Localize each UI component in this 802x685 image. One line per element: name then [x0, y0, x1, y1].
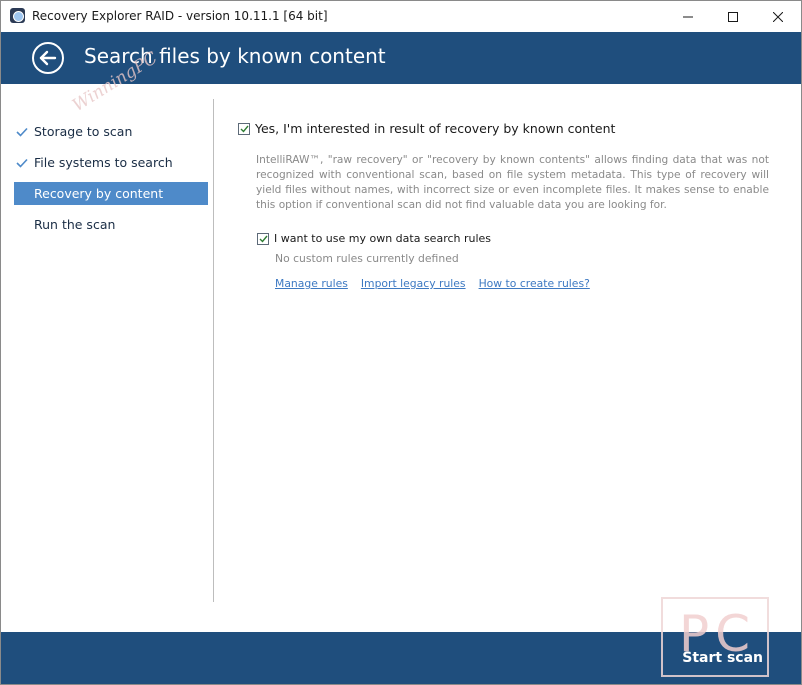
checkmark-icon — [240, 125, 249, 133]
sidebar-item-label: Run the scan — [34, 217, 116, 232]
intelliraw-description: IntelliRAW™, "raw recovery" or "recovery… — [256, 154, 769, 211]
recovery-by-content-option[interactable]: Yes, I'm interested in result of recover… — [238, 121, 615, 136]
sidebar-item-file-systems[interactable]: File systems to search — [14, 151, 208, 174]
window-title: Recovery Explorer RAID - version 10.11.1… — [32, 9, 328, 23]
manage-rules-link[interactable]: Manage rules — [275, 277, 348, 290]
maximize-button[interactable] — [710, 1, 756, 32]
sidebar-item-storage-to-scan[interactable]: Storage to scan — [14, 120, 208, 143]
arrow-left-icon — [39, 50, 57, 66]
sidebar-divider — [213, 99, 214, 602]
back-button[interactable] — [32, 42, 64, 74]
pc-watermark-stamp: PC — [661, 597, 769, 677]
rules-links: Manage rules Import legacy rules How to … — [275, 277, 590, 290]
sidebar-item-label: File systems to search — [34, 155, 173, 170]
app-window: Recovery Explorer RAID - version 10.11.1… — [0, 0, 802, 685]
how-to-create-rules-link[interactable]: How to create rules? — [479, 277, 590, 290]
recovery-by-content-checkbox[interactable] — [238, 122, 250, 135]
recovery-explorer-app-icon — [10, 8, 25, 23]
sidebar-item-label: Storage to scan — [34, 124, 133, 139]
maximize-icon — [728, 11, 738, 22]
checkmark-icon — [259, 235, 268, 243]
title-bar: Recovery Explorer RAID - version 10.11.1… — [1, 1, 801, 32]
no-rules-status: No custom rules currently defined — [275, 252, 459, 265]
recovery-by-content-label: Yes, I'm interested in result of recover… — [255, 121, 616, 136]
checkmark-icon — [16, 127, 30, 137]
own-rules-option[interactable]: I want to use my own data search rules — [257, 232, 491, 245]
close-icon — [773, 11, 783, 22]
sidebar-item-label: Recovery by content — [34, 186, 164, 201]
own-rules-checkbox[interactable] — [257, 232, 269, 245]
minimize-button[interactable] — [665, 1, 711, 32]
close-button[interactable] — [755, 1, 801, 32]
sidebar-item-recovery-by-content[interactable]: Recovery by content — [14, 182, 208, 205]
minimize-icon — [683, 16, 693, 17]
checkmark-icon — [16, 158, 30, 168]
own-rules-label: I want to use my own data search rules — [274, 232, 492, 245]
sidebar-item-run-the-scan[interactable]: Run the scan — [14, 213, 208, 236]
import-legacy-rules-link[interactable]: Import legacy rules — [361, 277, 466, 290]
